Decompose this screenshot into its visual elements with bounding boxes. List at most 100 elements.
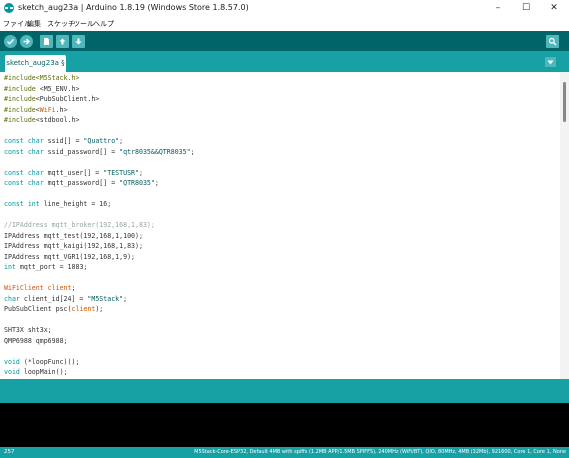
code-line: IPAddress mqtt_test(192,168,1,100);: [4, 231, 143, 242]
tab-bar: sketch_aug23a §: [0, 51, 569, 72]
editor-scrollbar-thumb[interactable]: [563, 82, 566, 122]
code-line: #include<WiFi.h>: [4, 105, 68, 116]
tab-menu-button[interactable]: [545, 57, 556, 67]
code-token: #include: [4, 95, 36, 103]
toolbar: [0, 31, 569, 51]
code-line: const int line_height = 16;: [4, 199, 111, 210]
line-number: 257: [4, 449, 15, 455]
code-line: WiFiClient client;: [4, 283, 75, 294]
code-token: );: [95, 305, 104, 313]
code-token: <stdbool.h>: [35, 116, 80, 124]
code-line: PubSubClient psc(client);: [4, 304, 103, 315]
code-token: const char: [4, 168, 44, 177]
code-line: #include<PubSubClient.h>: [4, 94, 99, 105]
code-token: IPAddress mqtt_test(192,168,1,100);: [4, 231, 143, 240]
upload-button[interactable]: [20, 35, 33, 48]
code-line: #include <M5_ENV.h>: [4, 84, 79, 95]
title-bar: sketch_aug23a | Arduino 1.8.19 (Windows …: [0, 0, 569, 17]
code-token: ;: [71, 284, 76, 292]
code-line: IPAddress mqtt_VGR1(192,168,1,9);: [4, 252, 135, 263]
code-token: ;: [154, 179, 159, 187]
maximize-button[interactable]: ☐: [512, 0, 540, 17]
code-token: client_id[24] =: [19, 294, 88, 303]
code-token: const int: [4, 200, 40, 208]
code-token: char: [4, 294, 20, 303]
code-line: const char mqtt_user[] = "TESTUSR";: [4, 168, 143, 179]
arrow-right-icon: [23, 38, 30, 45]
code-token: #include: [4, 105, 36, 114]
code-token: "QTR8035": [119, 179, 155, 187]
save-button[interactable]: [72, 35, 85, 48]
code-token: #include: [4, 116, 36, 124]
code-line: const char mqtt_password[] = "QTR8035";: [4, 178, 159, 189]
code-token: void: [4, 368, 20, 376]
code-token: const char: [4, 137, 44, 145]
code-line: SHT3X sht3x;: [4, 325, 52, 336]
code-token: ;: [138, 168, 143, 177]
menu-edit[interactable]: 編集: [27, 19, 41, 29]
code-token: SHT3X sht3x;: [4, 326, 52, 334]
menu-help[interactable]: ヘルプ: [93, 19, 114, 29]
verify-button[interactable]: [4, 35, 17, 48]
code-line: #include<M5Stack.h>: [4, 73, 79, 84]
code-line: const char ssid_password[] = "qtr8035&&Q…: [4, 147, 195, 158]
status-bar: 257 M5Stack-Core-ESP32, Default 4MB with…: [0, 447, 569, 458]
open-button[interactable]: [56, 35, 69, 48]
code-token: "Quattro": [83, 137, 120, 145]
arduino-logo-icon: [4, 3, 14, 13]
code-token: #include<M5Stack.h>: [4, 74, 80, 82]
code-token: "TESTUSR": [103, 168, 139, 177]
code-token: ;: [190, 147, 195, 156]
code-token: "qtr8035&&QTR8035": [119, 147, 191, 156]
serial-monitor-button[interactable]: [546, 35, 559, 48]
menu-sketch[interactable]: スケッチ: [47, 19, 75, 29]
code-token: mqtt_port = 1883;: [15, 263, 88, 271]
code-line: void (*loopFunc)();: [4, 357, 79, 368]
close-button[interactable]: ✕: [540, 0, 568, 17]
code-line: QMP6988 qmp6988;: [4, 336, 68, 347]
code-token: PubSubClient psc(: [4, 305, 72, 313]
code-token: ;: [123, 294, 128, 303]
code-line: char client_id[24] = "M5Stack";: [4, 294, 127, 305]
code-token: int: [4, 263, 16, 271]
code-token: WiFi: [39, 105, 56, 114]
code-line: IPAddress mqtt_kaigi(192,168,1,83);: [4, 241, 143, 252]
window-title: sketch_aug23a | Arduino 1.8.19 (Windows …: [18, 3, 249, 12]
message-area: [0, 379, 569, 403]
new-sketch-button[interactable]: [40, 35, 53, 48]
code-line: const char ssid[] = "Quattro";: [4, 136, 123, 147]
code-token: ssid[] =: [43, 137, 84, 145]
minimize-button[interactable]: –: [484, 0, 512, 17]
menu-bar: ファイル 編集 スケッチ ツール ヘルプ: [0, 17, 569, 31]
code-token: <M5_ENV.h>: [39, 84, 80, 93]
code-token: IPAddress mqtt_VGR1(192,168,1,9);: [4, 252, 136, 261]
code-token: "M5Stack": [87, 294, 124, 303]
code-token: ssid_password[] =: [43, 147, 120, 156]
code-token: <PubSubClient.h>: [35, 95, 100, 103]
code-token: const char: [4, 147, 44, 156]
magnifier-icon: [548, 37, 557, 46]
console-output: [0, 403, 569, 447]
code-token: const char: [4, 179, 44, 187]
code-token: line_height = 16;: [39, 200, 112, 208]
chevron-down-icon: [547, 60, 554, 64]
code-token: #include: [4, 84, 40, 93]
code-editor[interactable]: #include<M5Stack.h> #include <M5_ENV.h> #i…: [0, 72, 560, 379]
code-line: int mqtt_port = 1883;: [4, 262, 87, 273]
code-token: ;: [119, 137, 124, 145]
code-line: //IPAddress mqtt_broker(192,168,1,83);: [4, 220, 155, 231]
code-token: .h>: [55, 105, 68, 114]
code-token: mqtt_user[] =: [43, 168, 104, 177]
code-token: QMP6988 qmp6988;: [4, 336, 68, 345]
tab-sketch[interactable]: sketch_aug23a §: [5, 55, 66, 72]
code-token: mqtt_password[] =: [43, 179, 120, 187]
code-token: (*loopFunc)();: [19, 357, 80, 366]
check-icon: [6, 38, 15, 45]
code-line: #include<stdbool.h>: [4, 115, 79, 126]
code-token: //IPAddress mqtt_broker(192,168,1,83);: [4, 221, 155, 229]
code-token: WiFiClient client: [4, 284, 72, 292]
new-file-icon: [44, 38, 49, 45]
code-token: client: [71, 305, 96, 313]
code-line: void loopMain();: [4, 367, 68, 378]
menu-tools[interactable]: ツール: [73, 19, 94, 29]
